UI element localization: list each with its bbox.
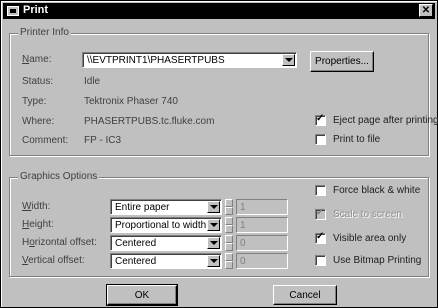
vertical-offset-select[interactable]: Centered	[110, 253, 222, 269]
spin-down-icon[interactable]	[225, 207, 233, 215]
vertical-offset-spinner[interactable]	[225, 253, 233, 269]
force-black-white-label: Force black & white	[333, 185, 421, 196]
width-label: Width:	[22, 201, 51, 212]
horizontal-offset-number-field[interactable]: 0	[236, 235, 288, 251]
close-button[interactable]: ✕	[419, 4, 433, 17]
eject-page-checkbox[interactable]	[315, 113, 326, 126]
use-bitmap-printing-label: Use Bitmap Printing	[333, 255, 422, 266]
cancel-button[interactable]: Cancel	[273, 285, 337, 305]
title-bar: Print ✕	[3, 3, 435, 19]
width-select[interactable]: Entire paper	[110, 199, 222, 215]
printer-name-value: \\EVTPRINT1\PHASERTPUBS	[87, 55, 225, 66]
height-number-field[interactable]: 1	[236, 217, 288, 233]
use-bitmap-printing-checkbox[interactable]	[315, 255, 326, 266]
spin-down-icon[interactable]	[225, 225, 233, 233]
printer-icon	[7, 6, 19, 16]
horizontal-offset-value: Centered	[115, 238, 157, 249]
printer-info-group: Printer Info Name: \\EVTPRINT1\PHASERTPU…	[9, 27, 438, 156]
printer-name-select[interactable]: \\EVTPRINT1\PHASERTPUBS	[82, 52, 297, 68]
spin-down-icon[interactable]	[225, 261, 233, 269]
graphics-options-title: Graphics Options	[18, 171, 100, 182]
height-label: Height:	[22, 219, 54, 230]
print-to-file-label: Print to file	[333, 134, 381, 145]
window-title: Print	[23, 4, 49, 16]
spin-up-icon[interactable]	[225, 235, 233, 243]
width-spinner[interactable]	[225, 199, 233, 215]
horizontal-offset-label: Horizontal offset:	[22, 237, 97, 248]
status-label: Status:	[22, 76, 54, 87]
status-value: Idle	[84, 76, 101, 87]
horizontal-offset-spinner[interactable]	[225, 235, 233, 251]
height-select[interactable]: Proportional to width	[110, 217, 222, 233]
force-black-white-checkbox[interactable]	[315, 185, 326, 196]
visible-area-only-label: Visible area only	[333, 233, 407, 244]
width-number-field[interactable]: 1	[236, 199, 288, 215]
eject-page-label: Eject page after printing	[333, 115, 438, 126]
chevron-down-icon[interactable]	[207, 201, 220, 213]
chevron-down-icon[interactable]	[282, 54, 295, 66]
chevron-down-icon[interactable]	[207, 255, 220, 267]
graphics-options-group: Graphics Options Width: Entire paper 1 H…	[9, 171, 429, 277]
vertical-offset-label: Vertical offset:	[22, 255, 85, 266]
ok-button[interactable]: OK	[106, 284, 178, 306]
vertical-offset-number-field[interactable]: 0	[236, 253, 288, 269]
type-label: Type:	[22, 96, 47, 107]
spin-up-icon[interactable]	[225, 253, 233, 261]
close-icon: ✕	[421, 5, 431, 16]
visible-area-only-checkbox[interactable]	[315, 231, 326, 244]
scale-to-screen-checkbox	[315, 207, 326, 220]
type-value: Tektronix Phaser 740	[84, 96, 178, 107]
vertical-offset-value: Centered	[115, 256, 157, 267]
spin-up-icon[interactable]	[225, 217, 233, 225]
print-dialog: Print ✕ Printer Info Name: \\EVTPRINT1\P…	[0, 0, 438, 308]
where-value: PHASERTPUBS.tc.fluke.com	[84, 116, 215, 127]
horizontal-offset-select[interactable]: Centered	[110, 235, 222, 251]
properties-button[interactable]: Properties...	[310, 51, 374, 72]
name-label: Name:	[22, 54, 52, 65]
spin-up-icon[interactable]	[225, 199, 233, 207]
width-value: Entire paper	[115, 202, 170, 213]
printer-info-title: Printer Info	[18, 27, 71, 38]
chevron-down-icon[interactable]	[207, 237, 220, 249]
height-spinner[interactable]	[225, 217, 233, 233]
spin-down-icon[interactable]	[225, 243, 233, 251]
chevron-down-icon[interactable]	[207, 219, 220, 231]
comment-label: Comment:	[22, 135, 69, 146]
scale-to-screen-label: Scale to screen	[333, 209, 402, 220]
print-to-file-checkbox[interactable]	[315, 134, 326, 145]
comment-value: FP - IC3	[84, 135, 122, 146]
where-label: Where:	[22, 116, 55, 127]
height-value: Proportional to width	[115, 220, 207, 231]
